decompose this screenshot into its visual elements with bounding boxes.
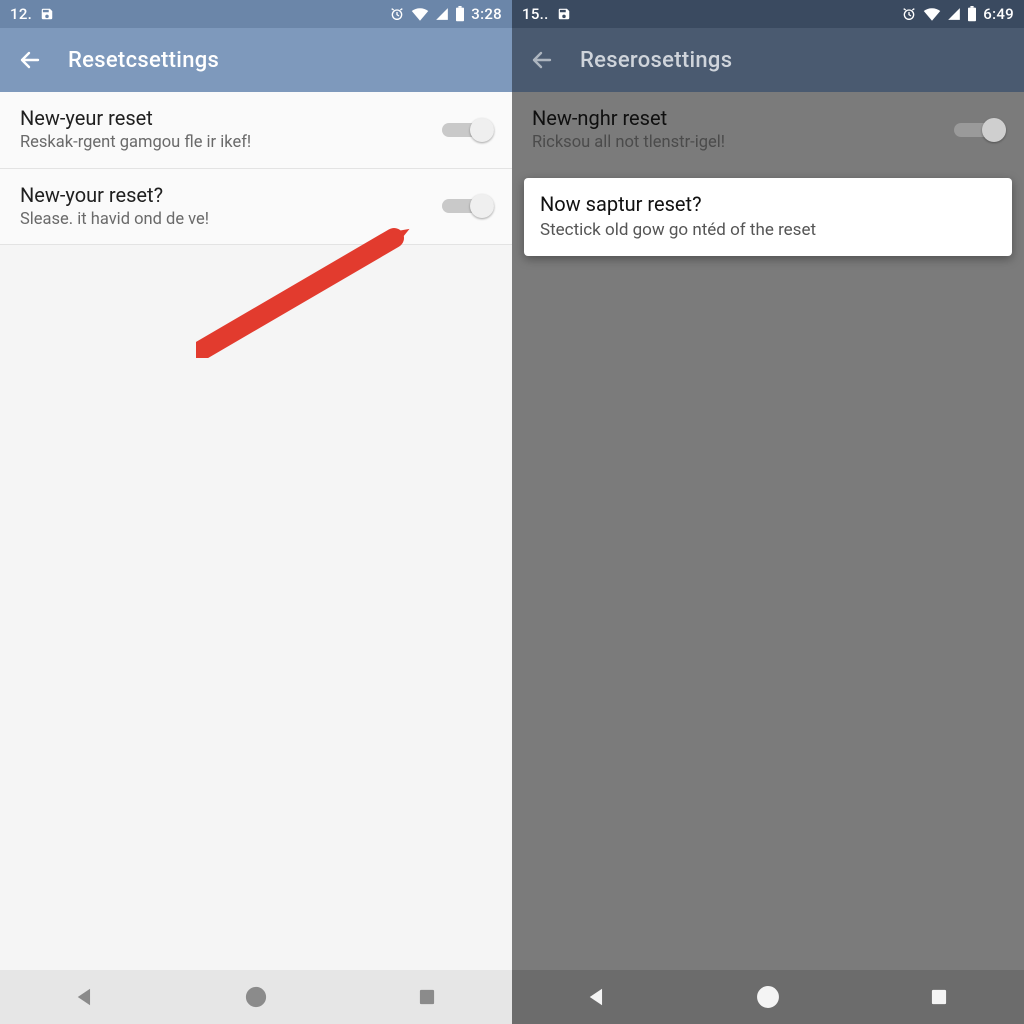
setting-subtitle: Slease. it havid ond de ve! [20, 210, 430, 231]
wifi-icon [411, 7, 429, 21]
alarm-icon [389, 6, 405, 22]
toggle-new-year-reset[interactable] [442, 118, 494, 142]
page-title: Reserosettings [580, 48, 732, 73]
setting-row-new-night-reset[interactable]: New-nghr reset Ricksou all not tlenstr-i… [512, 92, 1024, 168]
back-arrow-icon [530, 48, 554, 72]
nav-home-button[interactable] [738, 979, 798, 1015]
content-area: New-nghr reset Ricksou all not tlenstr-i… [512, 92, 1024, 970]
back-arrow-icon [18, 48, 42, 72]
left-screenshot: 12. 3:28 [0, 0, 512, 1024]
setting-title: New-your reset? [20, 183, 430, 208]
nav-recent-button[interactable] [909, 979, 969, 1015]
status-bar: 12. 3:28 [0, 0, 512, 28]
cell-signal-icon [947, 7, 961, 21]
setting-title: New-yeur reset [20, 106, 430, 131]
toggle-thumb [470, 118, 494, 142]
nav-home-icon [244, 985, 268, 1009]
dialog-title: Now saptur reset? [540, 192, 996, 216]
nav-recent-icon [417, 987, 437, 1007]
dialog-subtitle: Stectick old gow go ntéd of the reset [540, 220, 996, 240]
back-button[interactable] [528, 46, 556, 74]
toggle-new-your-reset[interactable] [442, 194, 494, 218]
nav-home-button[interactable] [226, 979, 286, 1015]
setting-title: New-nghr reset [532, 106, 942, 131]
status-time: 3:28 [471, 5, 502, 23]
status-left-text: 12. [10, 5, 32, 23]
setting-subtitle: Reskak-rgent gamgou fle ir ikef! [20, 133, 430, 154]
nav-back-icon [74, 986, 96, 1008]
confirm-reset-dialog[interactable]: Now saptur reset? Stectick old gow go nt… [524, 178, 1012, 256]
nav-back-button[interactable] [55, 979, 115, 1015]
content-area: New-yeur reset Reskak-rgent gamgou fle i… [0, 92, 512, 970]
back-button[interactable] [16, 46, 44, 74]
nav-bar [0, 970, 512, 1024]
app-bar: Resetcsettings [0, 28, 512, 92]
nav-recent-icon [929, 987, 949, 1007]
battery-icon [967, 6, 977, 22]
app-bar: Reserosettings [512, 28, 1024, 92]
setting-subtitle: Ricksou all not tlenstr-igel! [532, 133, 942, 154]
status-left-text: 15.. [522, 5, 549, 23]
nav-bar [512, 970, 1024, 1024]
status-bar: 15.. 6:49 [512, 0, 1024, 28]
alarm-icon [901, 6, 917, 22]
save-icon [557, 7, 571, 21]
nav-recent-button[interactable] [397, 979, 457, 1015]
save-icon [40, 7, 54, 21]
setting-row-new-year-reset[interactable]: New-yeur reset Reskak-rgent gamgou fle i… [0, 92, 512, 169]
nav-back-icon [586, 986, 608, 1008]
right-screenshot: 15.. 6:49 [512, 0, 1024, 1024]
toggle-thumb [470, 194, 494, 218]
toggle-new-night-reset[interactable] [954, 118, 1006, 142]
nav-back-button[interactable] [567, 979, 627, 1015]
setting-row-new-your-reset[interactable]: New-your reset? Slease. it havid ond de … [0, 169, 512, 246]
battery-icon [455, 6, 465, 22]
status-time: 6:49 [983, 5, 1014, 23]
page-title: Resetcsettings [68, 48, 219, 73]
wifi-icon [923, 7, 941, 21]
cell-signal-icon [435, 7, 449, 21]
nav-home-icon [755, 984, 781, 1010]
toggle-thumb [982, 118, 1006, 142]
